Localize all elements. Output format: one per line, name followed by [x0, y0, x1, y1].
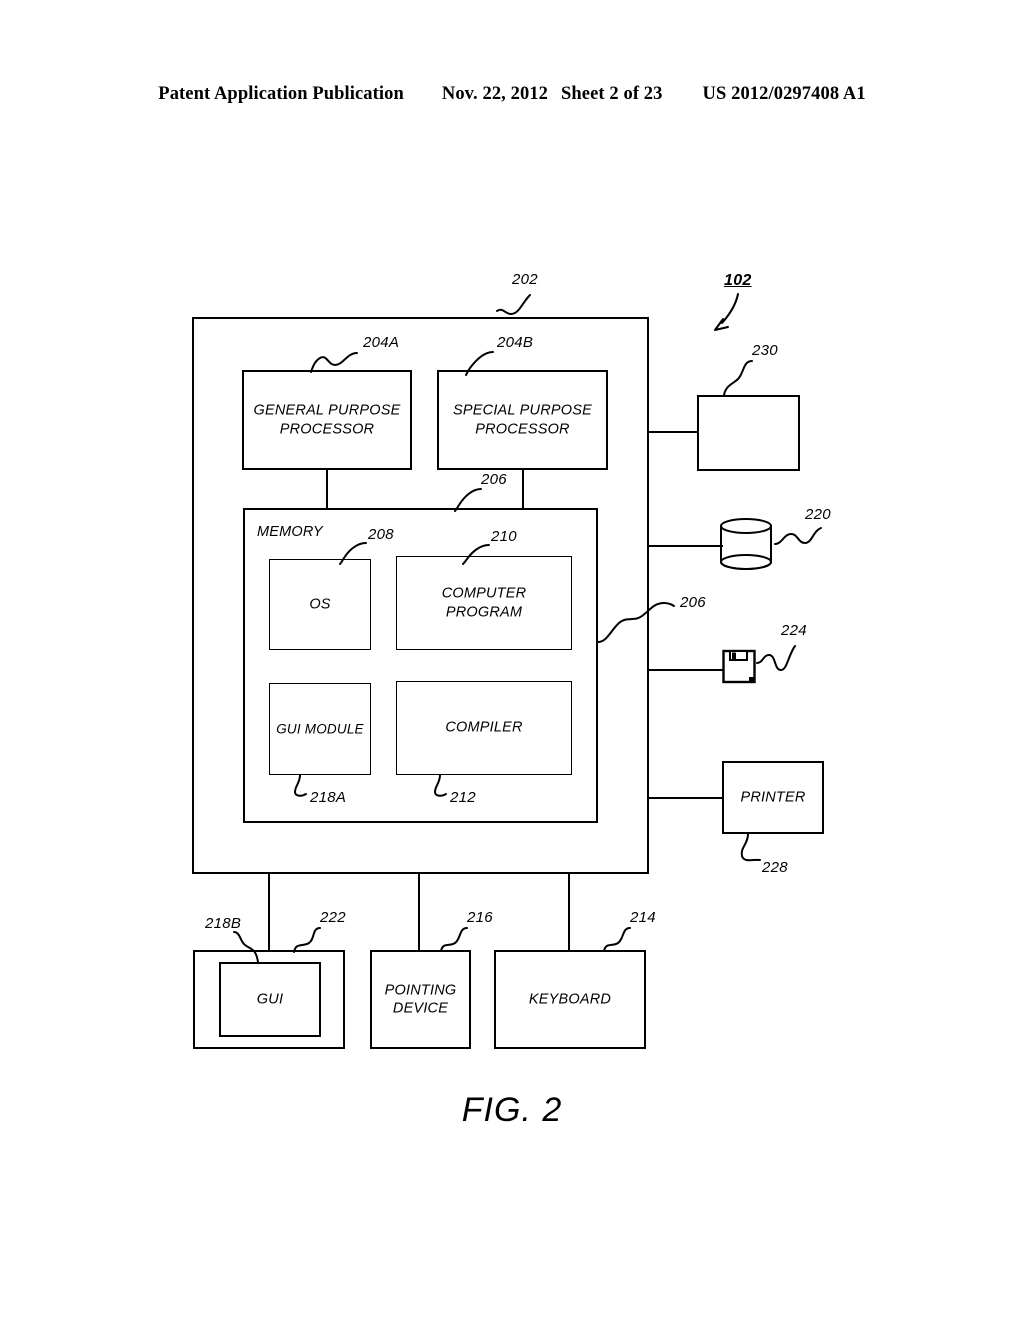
connector-pointing-device — [418, 874, 420, 951]
memory-label: MEMORY — [257, 524, 323, 540]
ref-204A: 204A — [363, 334, 400, 351]
leader-224 — [756, 645, 796, 671]
printer-label: PRINTER — [740, 789, 806, 806]
connector-keyboard — [568, 874, 570, 951]
ref-218A: 218A — [310, 789, 347, 806]
computer-program-block: COMPUTER PROGRAM — [396, 556, 572, 650]
ref-224: 224 — [781, 622, 807, 639]
bus-stub-printer — [649, 797, 723, 799]
pointing-device-block: POINTING DEVICE — [370, 950, 471, 1049]
floppy-disk-icon — [722, 649, 756, 684]
ref-204B: 204B — [497, 334, 534, 351]
ref-222: 222 — [320, 909, 346, 926]
printer-block: PRINTER — [722, 761, 824, 834]
ref-228: 228 — [762, 859, 788, 876]
compiler-label: COMPILER — [445, 719, 523, 736]
removable-media-icon-holder — [722, 649, 758, 687]
compiler-block: COMPILER — [396, 681, 572, 775]
bus-stub-220 — [649, 545, 723, 547]
keyboard-label: KEYBOARD — [528, 991, 612, 1008]
connector-gp-to-memory — [326, 470, 328, 509]
special-purpose-processor-block: SPECIAL PURPOSE PROCESSOR — [437, 370, 608, 470]
ref-210: 210 — [491, 528, 517, 545]
ref-216: 216 — [467, 909, 493, 926]
device-230-block — [697, 395, 800, 471]
ref-220: 220 — [805, 506, 831, 523]
pointing-device-label: POINTING DEVICE — [384, 981, 457, 1017]
arrow-icon-102 — [714, 293, 739, 331]
gui-label: GUI — [256, 991, 284, 1008]
general-purpose-processor-label: GENERAL PURPOSE PROCESSOR — [253, 402, 401, 437]
cylinder-database-icon — [720, 518, 772, 570]
ref-102: 102 — [724, 272, 752, 289]
connector-sp-to-memory — [522, 470, 524, 509]
ref-202: 202 — [512, 271, 538, 288]
special-purpose-processor-label: SPECIAL PURPOSE PROCESSOR — [453, 402, 592, 437]
gui-module-block: GUI MODULE — [269, 683, 371, 775]
keyboard-block: KEYBOARD — [494, 950, 646, 1049]
os-label: OS — [309, 596, 331, 613]
data-storage-icon-holder — [718, 516, 780, 576]
ref-208: 208 — [368, 526, 394, 543]
ref-230: 230 — [752, 342, 778, 359]
gui-module-label: GUI MODULE — [276, 721, 364, 737]
bus-stub-230 — [649, 431, 698, 433]
ref-206-bus: 206 — [680, 594, 706, 611]
ref-214: 214 — [630, 909, 656, 926]
connector-display — [268, 874, 270, 951]
figure-caption: FIG. 2 — [461, 1091, 563, 1129]
leader-230 — [723, 360, 753, 396]
ref-212: 212 — [450, 789, 476, 806]
ref-218B: 218B — [205, 915, 242, 932]
gui-block: GUI — [219, 962, 321, 1037]
ref-206-memory: 206 — [481, 471, 507, 488]
leader-220 — [774, 527, 822, 545]
general-purpose-processor-block: GENERAL PURPOSE PROCESSOR — [242, 370, 412, 470]
bus-stub-224 — [649, 669, 724, 671]
os-block: OS — [269, 559, 371, 650]
computer-program-label: COMPUTER PROGRAM — [441, 585, 527, 620]
